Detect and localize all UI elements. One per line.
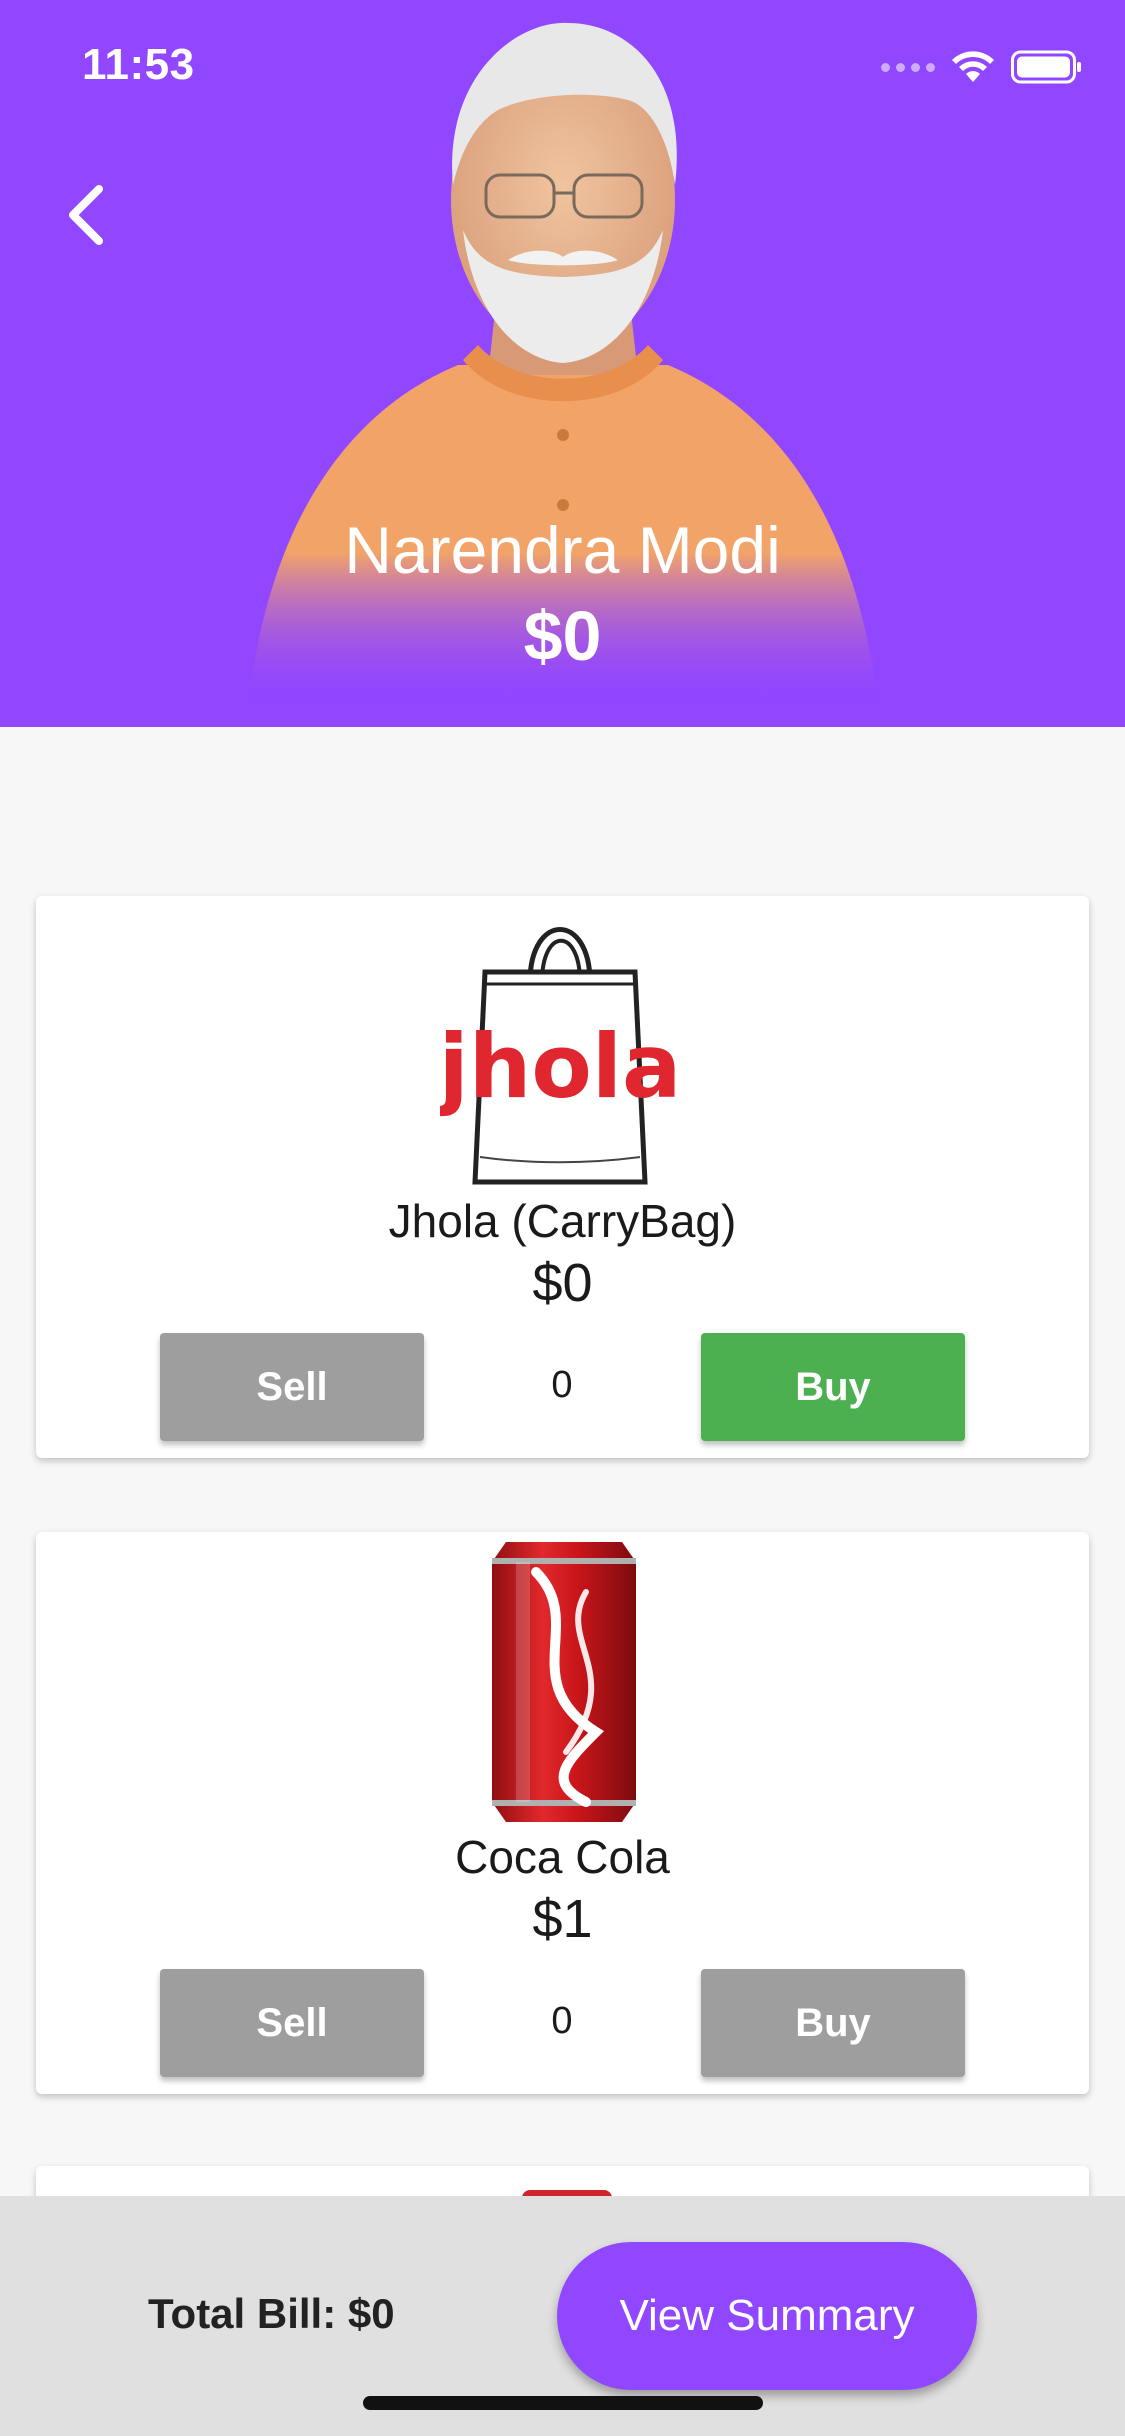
- profile-header: 11:53 Narendra Modi $0: [0, 0, 1125, 727]
- profile-amount: $0: [523, 597, 602, 675]
- total-bill: Total Bill: $0: [148, 2290, 395, 2337]
- wifi-icon: [952, 51, 994, 82]
- jhola-bag-image: jhola: [440, 927, 680, 1185]
- jhola-logo-text: jhola: [440, 1015, 680, 1118]
- chevron-left-icon: [69, 185, 103, 245]
- product-title: Coca Cola: [455, 1831, 670, 1883]
- product-price: $0: [532, 1253, 593, 1313]
- product-price: $1: [532, 1889, 593, 1949]
- battery-icon: [1011, 50, 1081, 84]
- sell-button[interactable]: Sell: [160, 1969, 424, 2077]
- product-card-coca-cola: Coca Cola $1 Sell 0 Buy: [36, 1532, 1089, 2094]
- status-time: 11:53: [82, 40, 195, 89]
- buy-button[interactable]: Buy: [701, 1969, 965, 2077]
- product-title: Jhola (CarryBag): [388, 1195, 737, 1247]
- quantity-value: 0: [551, 1364, 573, 1406]
- coca-cola-can-image: [492, 1542, 636, 1822]
- profile-name: Narendra Modi: [344, 513, 781, 587]
- sell-button[interactable]: Sell: [160, 1333, 424, 1441]
- product-card-jhola: jhola Jhola (CarryBag) $0 Sell 0 Buy: [36, 896, 1089, 1458]
- quantity-value: 0: [551, 2000, 573, 2042]
- view-summary-button[interactable]: View Summary: [557, 2242, 977, 2390]
- home-indicator: [363, 2396, 763, 2410]
- cellular-signal-icon: [881, 62, 935, 72]
- status-icons: [881, 50, 1083, 84]
- back-button[interactable]: [55, 180, 115, 250]
- buy-button[interactable]: Buy: [701, 1333, 965, 1441]
